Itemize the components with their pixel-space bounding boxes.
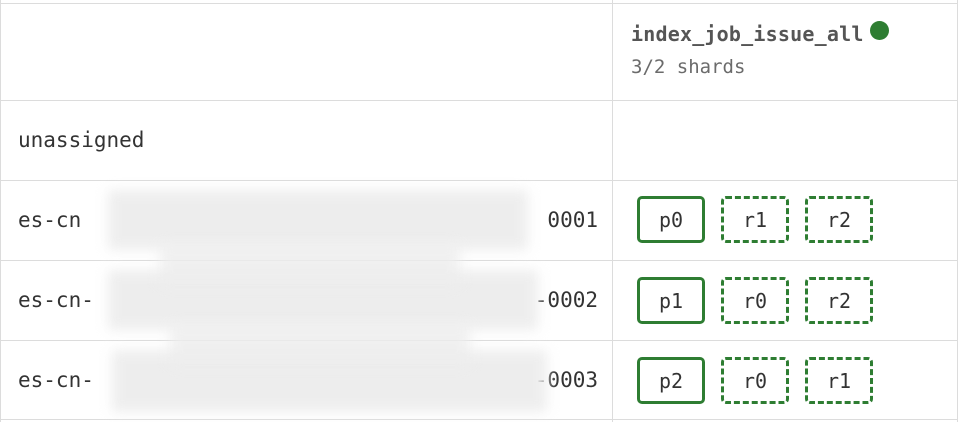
shard-primary[interactable]: p1 (637, 277, 705, 324)
index-header[interactable]: index_job_issue_all 3/2 shards (631, 20, 889, 78)
table-border-top (0, 3, 958, 4)
shard-replica[interactable]: r2 (805, 196, 873, 243)
row-divider (0, 180, 958, 181)
node-name-prefix: es-cn- (18, 288, 94, 312)
redaction-blur (170, 325, 470, 365)
node-shards: p1 r0 r2 (637, 277, 889, 324)
table-border-bottom (0, 419, 958, 420)
index-health-status-icon (869, 20, 889, 40)
shard-replica[interactable]: r0 (721, 277, 789, 324)
node-name-suffix: -0002 (534, 288, 598, 312)
shard-replica[interactable]: r0 (721, 357, 789, 404)
index-name[interactable]: index_job_issue_all (631, 22, 864, 46)
shard-replica[interactable]: r1 (721, 196, 789, 243)
row-divider (0, 340, 958, 341)
redaction-blur (160, 245, 460, 285)
node-name-suffix: 0001 (547, 208, 598, 232)
row-label-unassigned: unassigned (18, 128, 145, 152)
redaction-blur (108, 190, 528, 250)
node-name-prefix: es-cn (18, 208, 82, 232)
shard-replica[interactable]: r2 (805, 277, 873, 324)
row-divider (0, 100, 958, 101)
node-name-prefix: es-cn- (18, 368, 94, 392)
table-border-left (0, 0, 1, 422)
shard-primary[interactable]: p0 (637, 196, 705, 243)
shard-allocation-table: index_job_issue_all 3/2 shards unassigne… (0, 0, 958, 422)
index-shards-summary: 3/2 shards (631, 56, 746, 78)
node-shards: p2 r0 r1 (637, 357, 889, 404)
shard-replica[interactable]: r1 (805, 357, 873, 404)
node-shards: p0 r1 r2 (637, 196, 889, 243)
row-divider (0, 260, 958, 261)
shard-primary[interactable]: p2 (637, 357, 705, 404)
column-divider (612, 0, 613, 422)
